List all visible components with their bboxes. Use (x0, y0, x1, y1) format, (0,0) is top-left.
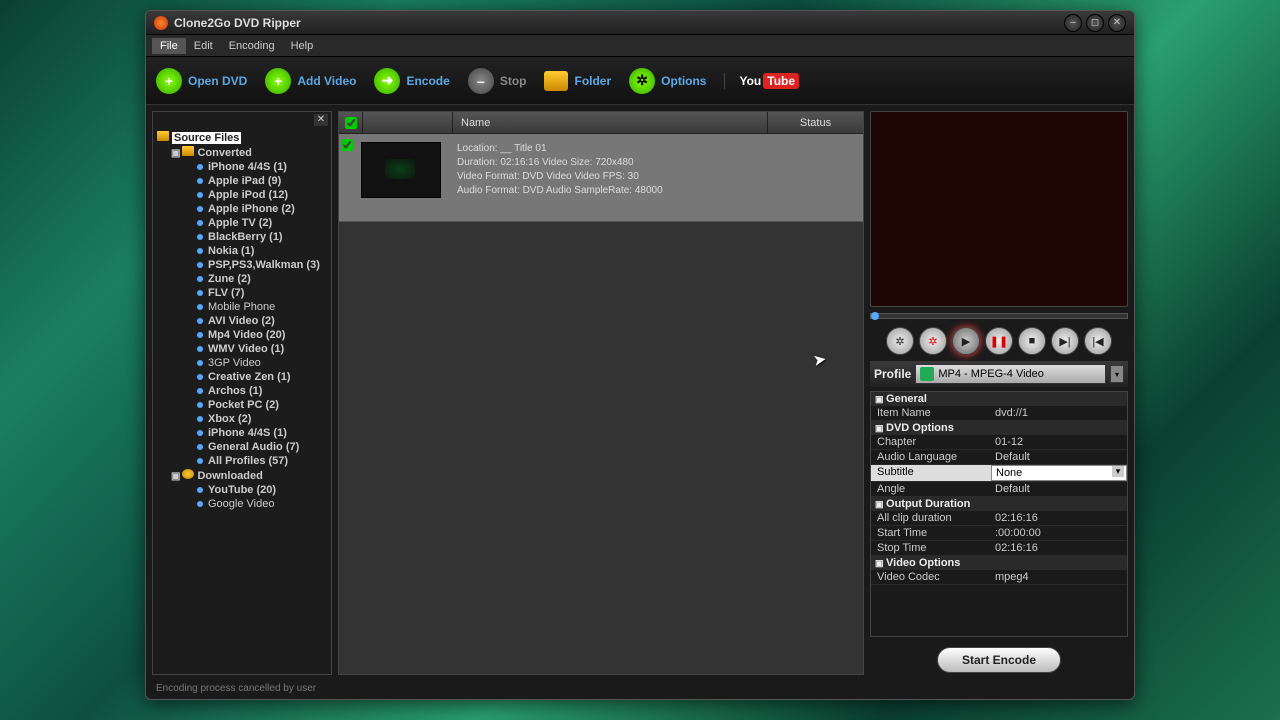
tree-item[interactable]: Apple iPod (12) (157, 188, 327, 202)
prop-all-clip[interactable]: 02:16:16 (991, 511, 1127, 525)
app-icon (154, 16, 168, 30)
source-tree[interactable]: Source Files▣ConvertediPhone 4/4S (1)App… (153, 112, 331, 674)
statusbar: Encoding process cancelled by user (146, 681, 1134, 699)
file-info: Location: __ Title 01 Duration: 02:16:16… (453, 134, 863, 221)
tree-item[interactable]: Archos (1) (157, 384, 327, 398)
tree-item[interactable]: Mobile Phone (157, 300, 327, 314)
prop-item-name[interactable]: dvd://1 (991, 406, 1127, 420)
pause-button[interactable]: ❚❚ (985, 327, 1013, 355)
plus-icon: + (156, 68, 182, 94)
tree-item[interactable]: All Profiles (57) (157, 454, 327, 468)
stop-icon: – (468, 68, 494, 94)
prop-video-codec[interactable]: mpeg4 (991, 570, 1127, 584)
titlebar: Clone2Go DVD Ripper – ◻ ✕ (146, 11, 1134, 35)
menu-encoding[interactable]: Encoding (221, 38, 283, 54)
tree-item[interactable]: 3GP Video (157, 356, 327, 370)
sidebar-close-button[interactable]: ✕ (314, 114, 328, 126)
file-row[interactable]: Location: __ Title 01 Duration: 02:16:16… (339, 134, 863, 222)
folder-button[interactable]: Folder (544, 71, 611, 91)
section-output-duration[interactable]: Output Duration (871, 497, 1127, 511)
tree-item[interactable]: Apple iPhone (2) (157, 202, 327, 216)
tree-item[interactable]: Apple TV (2) (157, 216, 327, 230)
mp4-icon (920, 367, 934, 381)
app-window: Clone2Go DVD Ripper – ◻ ✕ File Edit Enco… (145, 10, 1135, 700)
options-button[interactable]: ✲Options (629, 68, 706, 94)
toolbar: +Open DVD +Add Video ➜Encode –Stop Folde… (146, 57, 1134, 105)
tree-item[interactable]: Nokia (1) (157, 244, 327, 258)
tree-item[interactable]: Google Video (157, 497, 327, 511)
menubar: File Edit Encoding Help (146, 35, 1134, 57)
section-dvd-options[interactable]: DVD Options (871, 421, 1127, 435)
row-checkbox[interactable] (341, 139, 353, 151)
tree-item[interactable]: Apple iPad (9) (157, 174, 327, 188)
play-button[interactable]: ▶ (952, 327, 980, 355)
encode-button[interactable]: ➜Encode (374, 68, 449, 94)
prop-chapter[interactable]: 01-12 (991, 435, 1127, 449)
prop-audio-lang[interactable]: Default (991, 450, 1127, 464)
player-controls: ✲ ✲ ▶ ❚❚ ■ ▶| |◀ (870, 325, 1128, 357)
arrow-icon: ➜ (374, 68, 400, 94)
menu-help[interactable]: Help (283, 38, 322, 54)
menu-file[interactable]: File (152, 38, 186, 54)
start-encode-button[interactable]: Start Encode (937, 647, 1061, 673)
tree-item[interactable]: AVI Video (2) (157, 314, 327, 328)
prop-start-time[interactable]: :00:00:00 (991, 526, 1127, 540)
maximize-button[interactable]: ◻ (1086, 14, 1104, 32)
folder-icon (544, 71, 568, 91)
prop-subtitle[interactable]: None (991, 465, 1127, 481)
tree-item[interactable]: BlackBerry (1) (157, 230, 327, 244)
plus-icon: + (265, 68, 291, 94)
next-button[interactable]: ▶| (1051, 327, 1079, 355)
tree-item[interactable]: Xbox (2) (157, 412, 327, 426)
profile-label: Profile (874, 367, 911, 381)
video-preview (870, 111, 1128, 307)
snapshot-button[interactable]: ✲ (886, 327, 914, 355)
open-dvd-button[interactable]: +Open DVD (156, 68, 247, 94)
col-header-status[interactable]: Status (768, 112, 863, 133)
profile-select[interactable]: MP4 - MPEG-4 Video (915, 364, 1106, 384)
tree-item[interactable]: YouTube (20) (157, 483, 327, 497)
tree-item[interactable]: Creative Zen (1) (157, 370, 327, 384)
select-all-checkbox[interactable] (345, 117, 357, 129)
tree-item[interactable]: WMV Video (1) (157, 342, 327, 356)
settings-button[interactable]: ✲ (919, 327, 947, 355)
tree-item[interactable]: FLV (7) (157, 286, 327, 300)
close-button[interactable]: ✕ (1108, 14, 1126, 32)
stop-playback-button[interactable]: ■ (1018, 327, 1046, 355)
gear-icon: ✲ (629, 68, 655, 94)
tree-item[interactable]: iPhone 4/4S (1) (157, 160, 327, 174)
prop-stop-time[interactable]: 02:16:16 (991, 541, 1127, 555)
tree-item[interactable]: Mp4 Video (20) (157, 328, 327, 342)
tree-item[interactable]: PSP,PS3,Walkman (3) (157, 258, 327, 272)
prev-button[interactable]: |◀ (1084, 327, 1112, 355)
tree-item[interactable]: Zune (2) (157, 272, 327, 286)
profile-dropdown-button[interactable]: ▾ (1110, 365, 1124, 383)
file-list-panel: Name Status Location: __ Title 01 Durati… (338, 111, 864, 675)
tree-item[interactable]: iPhone 4/4S (1) (157, 426, 327, 440)
thumbnail (361, 142, 441, 198)
youtube-button[interactable]: YouTube (724, 73, 799, 89)
sidebar: ✕ Source Files▣ConvertediPhone 4/4S (1)A… (152, 111, 332, 675)
properties-panel[interactable]: General Item Namedvd://1 DVD Options Cha… (870, 391, 1128, 637)
prop-angle[interactable]: Default (991, 482, 1127, 496)
window-title: Clone2Go DVD Ripper (174, 16, 1064, 30)
section-video-options[interactable]: Video Options (871, 556, 1127, 570)
menu-edit[interactable]: Edit (186, 38, 221, 54)
section-general[interactable]: General (871, 392, 1127, 406)
stop-button[interactable]: –Stop (468, 68, 527, 94)
col-header-name[interactable]: Name (453, 112, 768, 133)
add-video-button[interactable]: +Add Video (265, 68, 356, 94)
tree-item[interactable]: Pocket PC (2) (157, 398, 327, 412)
minimize-button[interactable]: – (1064, 14, 1082, 32)
seek-bar[interactable] (870, 313, 1128, 319)
tree-item[interactable]: General Audio (7) (157, 440, 327, 454)
